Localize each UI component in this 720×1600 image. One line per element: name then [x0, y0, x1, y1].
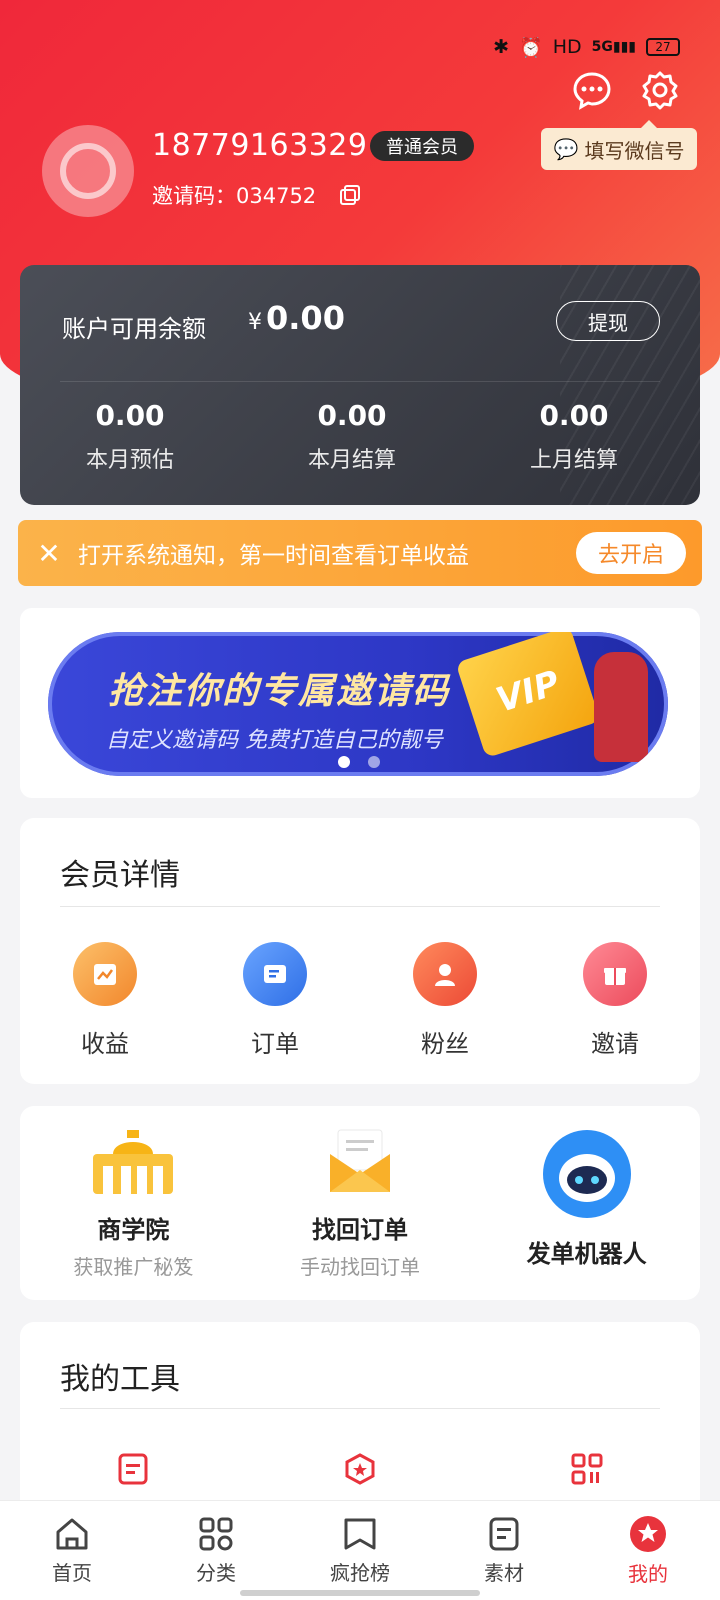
alarm-icon: ⏰ — [519, 36, 543, 59]
tool-item-1[interactable] — [20, 1452, 247, 1486]
recover-order-entry[interactable]: 找回订单 手动找回订单 — [247, 1126, 474, 1280]
tab-mine[interactable]: 我的 — [576, 1501, 720, 1600]
status-bar: ✱ ⏰ HD 5G▮▮▮ 27 — [493, 32, 680, 62]
ranking-icon — [344, 1518, 376, 1550]
orders-entry[interactable]: 订单 — [190, 942, 360, 1059]
qr-code-icon — [571, 1453, 603, 1485]
stat-last-month-settled[interactable]: 0.00 上月结算 — [474, 399, 674, 474]
vip-badge: VIP — [455, 632, 601, 759]
gift-icon — [583, 942, 647, 1006]
stat-month-estimate[interactable]: 0.00 本月预估 — [30, 399, 230, 474]
notice-text: 打开系统通知，第一时间查看订单收益 — [78, 543, 469, 569]
tab-hot-ranking[interactable]: 疯抢榜 — [288, 1501, 432, 1600]
avatar[interactable] — [42, 125, 134, 217]
fans-entry[interactable]: 粉丝 — [360, 942, 530, 1059]
enable-notification-button[interactable]: 去开启 — [576, 532, 686, 574]
invite-entry[interactable]: 邀请 — [530, 942, 700, 1059]
person-illustration — [594, 652, 648, 762]
grid-icon — [199, 1517, 233, 1551]
tab-materials[interactable]: 素材 — [432, 1501, 576, 1600]
balance-label: 账户可用余额 — [62, 315, 206, 343]
notification-banner: ✕ 打开系统通知，第一时间查看订单收益 去开启 — [18, 520, 702, 586]
fans-icon — [413, 942, 477, 1006]
user-phone: 18779163329 — [152, 128, 368, 163]
my-tools-title: 我的工具 — [60, 1362, 180, 1397]
network-label: HD — [552, 36, 582, 58]
promo-carousel[interactable]: 抢注你的专属邀请码 自定义邀请码 免费打造自己的靓号 VIP — [20, 608, 700, 798]
orders-icon — [243, 942, 307, 1006]
envelope-icon — [330, 1129, 390, 1192]
member-details-card: 会员详情 收益 订单 粉丝 邀请 — [20, 818, 700, 1084]
member-details-title: 会员详情 — [60, 858, 180, 893]
tool-item-2[interactable] — [247, 1452, 474, 1486]
stat-month-settled[interactable]: 0.00 本月结算 — [252, 399, 452, 474]
business-school-entry[interactable]: 商学院 获取推广秘笈 — [20, 1126, 247, 1280]
earnings-icon — [73, 942, 137, 1006]
robot-icon — [542, 1130, 631, 1218]
home-icon — [56, 1518, 88, 1550]
tool-item-3[interactable] — [473, 1452, 700, 1486]
profile-star-icon — [630, 1516, 666, 1552]
order-robot-entry[interactable]: 发单机器人 — [473, 1126, 700, 1280]
academy-icon — [93, 1130, 174, 1194]
balance-card: 账户可用余额 ¥0.00 提现 0.00 本月预估 0.00 本月结算 0.00 上月… — [20, 265, 700, 505]
invite-code: 邀请码：034752 — [152, 184, 317, 208]
wechat-fill-button[interactable]: 💬 填写微信号 — [541, 120, 697, 170]
member-level-badge: 普通会员 — [370, 131, 474, 161]
message-icon[interactable] — [572, 70, 612, 110]
carousel-dots — [338, 756, 380, 768]
banner-subtitle: 自定义邀请码 免费打造自己的靓号 — [106, 728, 443, 753]
material-icon — [489, 1517, 519, 1551]
bottom-tab-bar: 首页 分类 疯抢榜 素材 我的 — [0, 1500, 720, 1600]
promo-banner[interactable]: 抢注你的专属邀请码 自定义邀请码 免费打造自己的靓号 VIP — [48, 632, 668, 776]
balance-amount: ¥0.00 — [248, 299, 345, 337]
document-icon — [118, 1453, 148, 1485]
wechat-tip-label: 填写微信号 — [584, 138, 685, 163]
wechat-icon: 💬 — [553, 137, 579, 161]
gear-icon[interactable] — [640, 70, 680, 110]
withdraw-button[interactable]: 提现 — [556, 301, 660, 341]
tab-home[interactable]: 首页 — [0, 1501, 144, 1600]
bluetooth-icon: ✱ — [493, 36, 510, 58]
banner-title: 抢注你的专属邀请码 — [108, 671, 451, 712]
tab-category[interactable]: 分类 — [144, 1501, 288, 1600]
earnings-entry[interactable]: 收益 — [20, 942, 190, 1059]
features-card: 商学院 获取推广秘笈 找回订单 手动找回订单 发单机器人 — [20, 1106, 700, 1300]
battery-icon: 27 — [646, 38, 680, 56]
copy-icon[interactable] — [338, 183, 362, 207]
close-icon[interactable]: ✕ — [34, 537, 64, 570]
home-indicator — [240, 1590, 480, 1596]
star-badge-icon — [345, 1453, 375, 1485]
signal-icon: 5G▮▮▮ — [591, 39, 636, 55]
